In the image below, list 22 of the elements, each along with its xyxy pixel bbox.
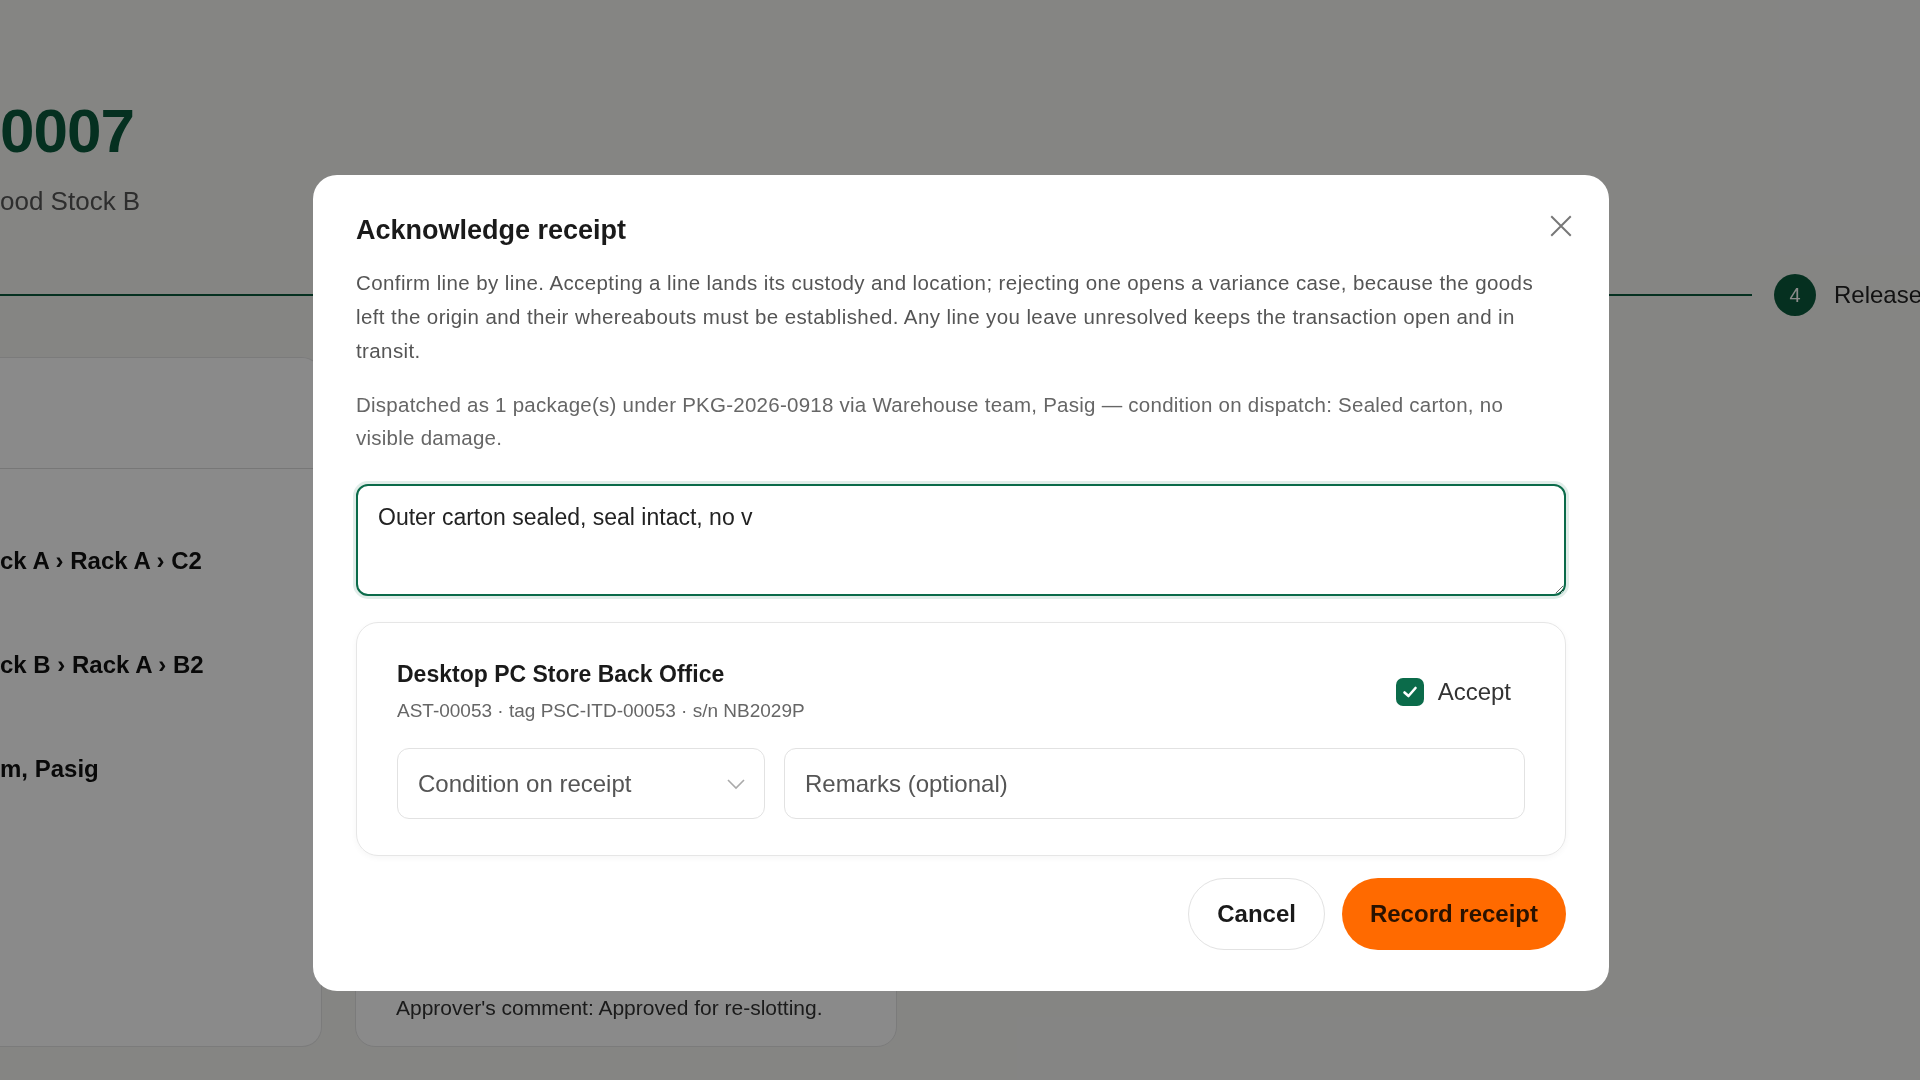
cancel-button[interactable]: Cancel xyxy=(1188,878,1325,950)
item-details: AST-00053 · tag PSC-ITD-00053 · s/n NB2029P xyxy=(397,700,805,722)
location-path: m, Pasig xyxy=(0,755,99,783)
remarks-field[interactable]: Remarks (optional) xyxy=(784,748,1525,819)
dialog-description: Confirm line by line. Accepting a line lands its custody and location; rejecting one opens a variance case, because the goods left the origin and their whereabouts must be established. Any line you leave unresolved keeps the transaction open and in transit. xyxy=(356,270,1535,364)
dialog-title: Acknowledge receipt xyxy=(356,215,627,246)
item-name: Desktop PC Store Back Office xyxy=(397,661,726,688)
location-path: ck A › Rack A › C2 xyxy=(0,547,202,575)
step-number: 4 xyxy=(1774,274,1816,316)
close-icon[interactable] xyxy=(1548,213,1574,239)
page-title: 0007 xyxy=(0,100,135,162)
condition-dropdown[interactable]: Condition on receipt xyxy=(397,748,765,819)
chevron-down-icon xyxy=(726,777,746,790)
page-subtitle: ood Stock B xyxy=(0,186,141,217)
accept-checkbox[interactable] xyxy=(1395,677,1424,706)
dispatch-note: Dispatched as 1 package(s) under PKG-2026-0918 via Warehouse team, Pasig — condition on dispatch: Sealed carton, no visible damage. xyxy=(356,392,1505,451)
location-path: ck B › Rack A › B2 xyxy=(0,651,204,679)
condition-placeholder: Condition on receipt xyxy=(418,769,632,798)
approver-comment: Approver's comment: Approved for re-slotting. xyxy=(396,996,824,1020)
receipt-note-field[interactable]: Outer carton sealed, seal intact, no v xyxy=(356,484,1566,596)
accept-label: Accept xyxy=(1437,677,1511,706)
record-receipt-button[interactable]: Record receipt xyxy=(1341,878,1566,950)
